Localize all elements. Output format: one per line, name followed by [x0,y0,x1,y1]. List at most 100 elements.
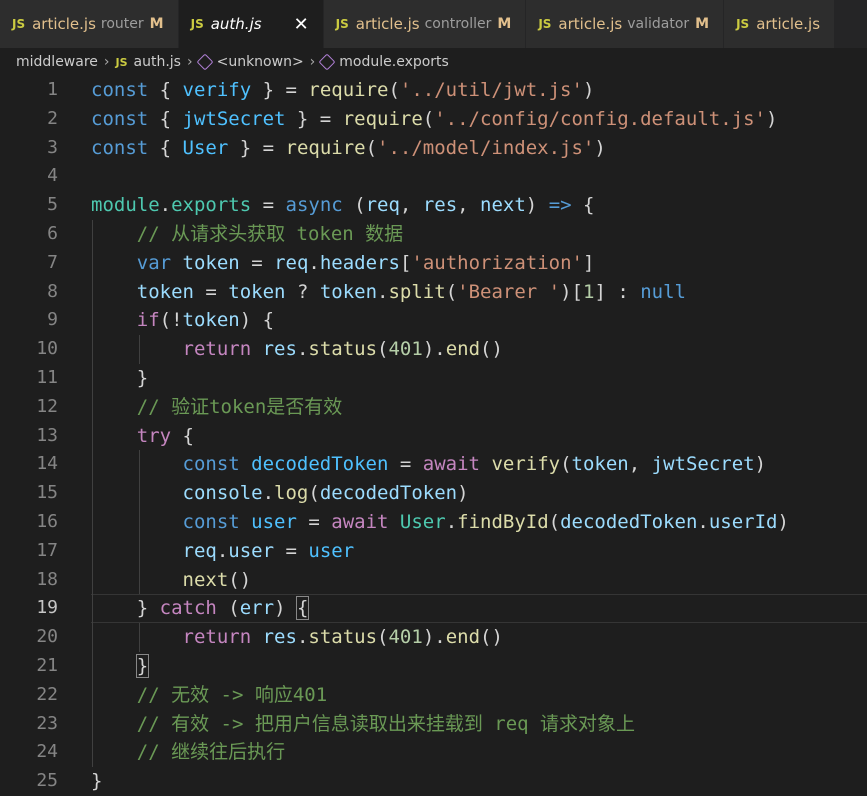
code-token: } [135,653,150,678]
code-token: module [91,194,160,217]
code-text: } catch (err) { [58,594,310,623]
indent-guide [139,623,140,652]
code-token: ). [422,338,446,361]
js-file-icon: JS [190,17,204,31]
code-token: = [388,453,423,476]
code-token: end [445,338,481,361]
code-token: } = [285,107,343,130]
code-token: user [308,539,355,562]
line-number: 10 [36,338,58,360]
code-text: if(!token) { [58,306,274,335]
code-token: = [274,539,309,562]
tab-article-js-controller[interactable]: JS article.js controller M [323,0,527,48]
line-number: 4 [47,165,58,187]
close-icon[interactable]: ✕ [294,14,309,35]
code-token: '../util/jwt.js' [399,79,583,101]
code-token: require [285,136,366,159]
code-token: console [182,482,263,505]
code-line: 24 // 继续往后执行 [0,738,867,767]
code-token: const [91,136,149,159]
code-text: // 从请求头获取 token 数据 [58,220,403,249]
code-line: 9 if(!token) { [0,306,867,335]
code-token: headers [319,251,400,274]
tab-article-js-validator[interactable]: JS article.js validator M [526,0,725,48]
code-token: ) [594,136,606,159]
code-token: split [388,280,446,303]
tab-article-js-router[interactable]: JS article.js router M [0,0,179,48]
code-token: ( [422,107,435,130]
code-token: 1 [582,280,595,303]
code-text: var token = req.headers['authorization'] [58,249,595,278]
code-text: token = token ? token.split('Bearer ')[1… [58,278,686,307]
line-number: 9 [47,309,58,331]
modified-badge: M [149,16,164,32]
line-number: 25 [36,770,58,792]
code-token: '../model/index.js' [377,136,595,159]
line-number: 8 [47,280,58,302]
code-line: 14 const decodedToken = await verify(tok… [0,450,867,479]
editor-tab-bar: JS article.js router M JS auth.js ✕ JS article.j… [0,0,867,48]
code-token: jwtSecret [651,453,755,476]
code-token: 401 [388,626,423,649]
code-token: ? [285,280,320,303]
code-token: err [239,597,275,620]
code-line: 18 next() [0,566,867,595]
chevron-right-icon: › [103,54,110,70]
code-token: token [136,280,194,303]
line-number: 5 [47,194,58,216]
code-token: ) [765,107,778,130]
code-line: 20 return res.status(401).end() [0,623,867,652]
code-line: 10 return res.status(401).end() [0,335,867,364]
code-text: module.exports = async (req, res, next) … [58,191,594,220]
code-token: } = [228,136,286,159]
code-token: () [480,626,503,649]
code-line: 23 // 有效 -> 把用户信息读取出来挂载到 req 请求对象上 [0,710,867,739]
breadcrumb-symbol-exports[interactable]: module.exports [339,54,449,70]
breadcrumb-symbol-unknown[interactable]: <unknown> [217,54,304,70]
code-token: ] : [594,280,641,303]
code-token: verify [491,453,561,476]
code-editor[interactable]: 1 const { verify } = require('../util/jwt… [0,76,867,796]
code-token: '../config/config.default.js' [434,107,766,130]
code-line: 22 // 无效 -> 响应401 [0,681,867,710]
code-token: const [182,453,240,476]
code-text: try { [58,422,194,451]
code-token: () [480,338,503,361]
code-token: next [480,194,526,217]
line-number: 11 [36,366,58,388]
breadcrumb-folder[interactable]: middleware [16,54,98,70]
line-number: 1 [47,79,58,100]
code-token: . [216,539,229,562]
code-line: 8 token = token ? token.split('Bearer ')… [0,278,867,307]
code-token: )[ [560,280,583,303]
chevron-right-icon: › [309,54,316,70]
tab-auth-js[interactable]: JS auth.js ✕ [178,0,324,48]
code-token: { [171,424,194,447]
code-text: const decodedToken = await verify(token,… [58,450,767,479]
code-token: status [308,338,378,361]
code-token: , [399,194,423,217]
breadcrumb-file[interactable]: auth.js [134,54,181,70]
tab-label: article.js [355,15,420,33]
code-token: ( [377,338,389,361]
code-token: . [377,280,389,303]
code-token: { [571,194,595,217]
code-token: ( [365,136,378,159]
tab-article-js[interactable]: JS article.js [724,0,836,48]
code-line: 6 // 从请求头获取 token 数据 [0,220,867,249]
code-token: exports [171,194,252,217]
code-line: 19 } catch (err) { [0,594,867,623]
code-token: { [295,596,310,621]
code-token: . [308,251,320,274]
code-token: decodedToken [560,510,698,533]
